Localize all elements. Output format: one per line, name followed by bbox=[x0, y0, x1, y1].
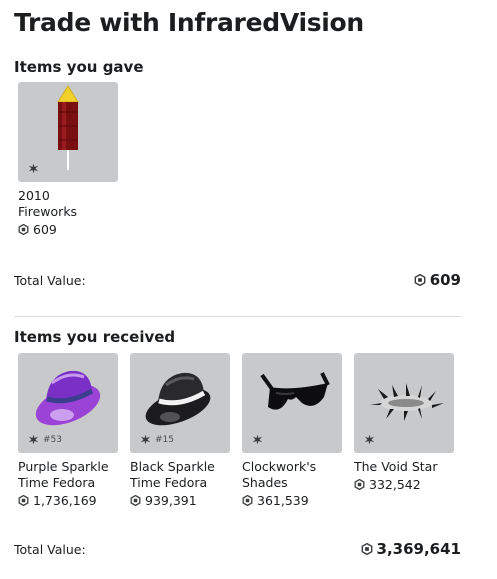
item-name: The Void Star bbox=[354, 459, 438, 474]
robux-icon bbox=[18, 495, 29, 506]
gave-total-value: 609 bbox=[414, 271, 461, 289]
received-heading: Items you received bbox=[14, 328, 176, 346]
item-price-value: 332,542 bbox=[369, 477, 421, 492]
serial-number: #53 bbox=[43, 434, 62, 445]
item-price: 361,539 bbox=[242, 493, 342, 508]
robux-icon bbox=[242, 495, 253, 506]
limited-tag bbox=[364, 434, 375, 445]
gave-total-label: Total Value: bbox=[14, 273, 86, 288]
limited-star-icon bbox=[364, 434, 375, 445]
received-total-amount: 3,369,641 bbox=[376, 540, 461, 558]
page-title: Trade with InfraredVision bbox=[14, 8, 364, 37]
limited-star-icon bbox=[28, 163, 39, 174]
item-thumbnail[interactable]: #15 bbox=[130, 353, 230, 453]
item-price-value: 939,391 bbox=[145, 493, 197, 508]
item-thumbnail[interactable]: #53 bbox=[18, 353, 118, 453]
item-price: 939,391 bbox=[130, 493, 230, 508]
gave-total-amount: 609 bbox=[429, 271, 461, 289]
robux-icon bbox=[361, 543, 373, 555]
robux-icon bbox=[18, 224, 29, 235]
received-item-purple-fedora[interactable]: #53 Purple Sparkle Time Fedora 1,736,169 bbox=[18, 353, 118, 508]
gave-item-fireworks[interactable]: 2010 Fireworks 609 bbox=[18, 82, 118, 237]
item-name: Purple Sparkle Time Fedora bbox=[18, 459, 109, 490]
limited-tag: #53 bbox=[28, 434, 62, 445]
item-price-value: 609 bbox=[33, 222, 57, 237]
serial-number: #15 bbox=[155, 434, 174, 445]
limited-star-icon bbox=[252, 434, 263, 445]
item-name: Black Sparkle Time Fedora bbox=[130, 459, 215, 490]
gave-heading: Items you gave bbox=[14, 58, 144, 76]
received-item-void-star[interactable]: The Void Star 332,542 bbox=[354, 353, 454, 492]
limited-tag bbox=[252, 434, 263, 445]
received-total-value: 3,369,641 bbox=[361, 540, 461, 558]
limited-star-icon bbox=[28, 434, 39, 445]
item-thumbnail[interactable] bbox=[354, 353, 454, 453]
item-price-value: 1,736,169 bbox=[33, 493, 97, 508]
limited-tag bbox=[28, 163, 39, 174]
limited-tag: #15 bbox=[140, 434, 174, 445]
item-name: 2010 Fireworks bbox=[18, 188, 78, 219]
item-name: Clockwork's Shades bbox=[242, 459, 317, 490]
item-thumbnail[interactable] bbox=[242, 353, 342, 453]
robux-icon bbox=[130, 495, 141, 506]
item-price: 1,736,169 bbox=[18, 493, 118, 508]
item-thumbnail[interactable] bbox=[18, 82, 118, 182]
robux-icon bbox=[354, 479, 365, 490]
limited-star-icon bbox=[140, 434, 151, 445]
robux-icon bbox=[414, 274, 426, 286]
received-item-clockwork-shades[interactable]: Clockwork's Shades 361,539 bbox=[242, 353, 342, 508]
received-item-black-fedora[interactable]: #15 Black Sparkle Time Fedora 939,391 bbox=[130, 353, 230, 508]
received-total-label: Total Value: bbox=[14, 542, 86, 557]
item-price: 609 bbox=[18, 222, 118, 237]
item-price: 332,542 bbox=[354, 477, 454, 492]
item-price-value: 361,539 bbox=[257, 493, 309, 508]
section-divider bbox=[14, 316, 461, 317]
